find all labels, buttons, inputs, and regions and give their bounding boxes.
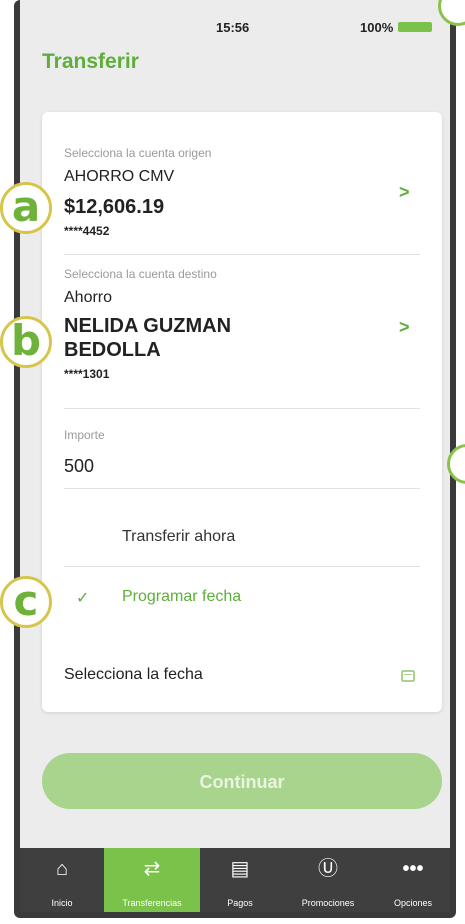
divider xyxy=(64,488,420,489)
tab-label: Inicio xyxy=(51,898,73,908)
calendar-icon xyxy=(401,670,415,682)
home-icon: ⌂ xyxy=(55,858,69,880)
bottom-tab-bar: ⌂ Inicio ⇄ Transferencias ▤ Pagos Ⓤ Prom… xyxy=(20,848,450,912)
option-transfer-now[interactable]: Transferir ahora xyxy=(42,512,442,566)
dollar-circle-icon: Ⓤ xyxy=(318,858,338,880)
more-icon: ••• xyxy=(402,858,424,880)
origin-account-number: ****4452 xyxy=(64,224,110,238)
tab-transferencias[interactable]: ⇄ Transferencias xyxy=(104,848,200,912)
date-selector-label: Selecciona la fecha xyxy=(64,666,203,683)
option-schedule-date[interactable]: Programar fecha xyxy=(42,567,442,627)
tab-promociones[interactable]: Ⓤ Promociones xyxy=(280,848,376,912)
date-selector[interactable]: Selecciona la fecha xyxy=(42,642,442,702)
tab-label: Opciones xyxy=(393,898,433,908)
destination-name-line1: NELIDA GUZMAN xyxy=(64,315,232,337)
tab-label: Pagos xyxy=(227,898,253,908)
destination-account-label: Selecciona la cuenta destino xyxy=(64,267,217,281)
annotation-marker-b: b xyxy=(0,316,52,368)
option-transfer-now-label: Transferir ahora xyxy=(122,528,236,545)
transfer-form-card: Selecciona la cuenta origen AHORRO CMV $… xyxy=(42,112,442,712)
checkmark-icon: ✓ xyxy=(76,590,90,607)
status-bar: 15:56 100% xyxy=(20,0,450,35)
annotation-marker-c: c xyxy=(0,576,52,628)
tab-label: Promociones xyxy=(301,898,355,908)
payments-icon: ▤ xyxy=(230,858,250,880)
amount-label: Importe xyxy=(64,428,105,442)
origin-account-name: AHORRO CMV xyxy=(64,168,175,185)
chevron-right-icon: > xyxy=(399,182,410,202)
divider xyxy=(64,408,420,409)
annotation-marker-a: a xyxy=(0,182,52,234)
continue-button[interactable]: Continuar xyxy=(42,753,442,809)
battery-icon xyxy=(398,22,432,32)
status-time: 15:56 xyxy=(216,20,250,35)
amount-value: 500 xyxy=(64,456,95,476)
phone-frame: 15:56 100% Transferir Selecciona la cuen… xyxy=(14,0,456,918)
origin-account-label: Selecciona la cuenta origen xyxy=(64,146,212,160)
origin-account-selector[interactable]: Selecciona la cuenta origen AHORRO CMV $… xyxy=(42,112,442,254)
tab-inicio[interactable]: ⌂ Inicio xyxy=(20,848,104,912)
battery-percent: 100% xyxy=(360,20,394,35)
destination-name-line2: BEDOLLA xyxy=(64,339,161,361)
amount-input[interactable]: 500 xyxy=(64,448,420,488)
chevron-right-icon: > xyxy=(399,317,410,337)
tab-pagos[interactable]: ▤ Pagos xyxy=(200,848,280,912)
origin-account-balance: $12,606.19 xyxy=(64,196,165,218)
destination-account-selector[interactable]: Selecciona la cuenta destino Ahorro NELI… xyxy=(42,255,442,407)
tab-label: Transferencias xyxy=(122,898,182,908)
transfer-icon: ⇄ xyxy=(143,858,161,880)
tab-opciones[interactable]: ••• Opciones xyxy=(376,848,450,912)
destination-account-number: ****1301 xyxy=(64,367,110,381)
option-schedule-date-label: Programar fecha xyxy=(122,588,242,605)
destination-account-type: Ahorro xyxy=(64,289,113,306)
app-screen: 15:56 100% Transferir Selecciona la cuen… xyxy=(20,0,450,912)
page-title: Transferir xyxy=(42,50,139,73)
